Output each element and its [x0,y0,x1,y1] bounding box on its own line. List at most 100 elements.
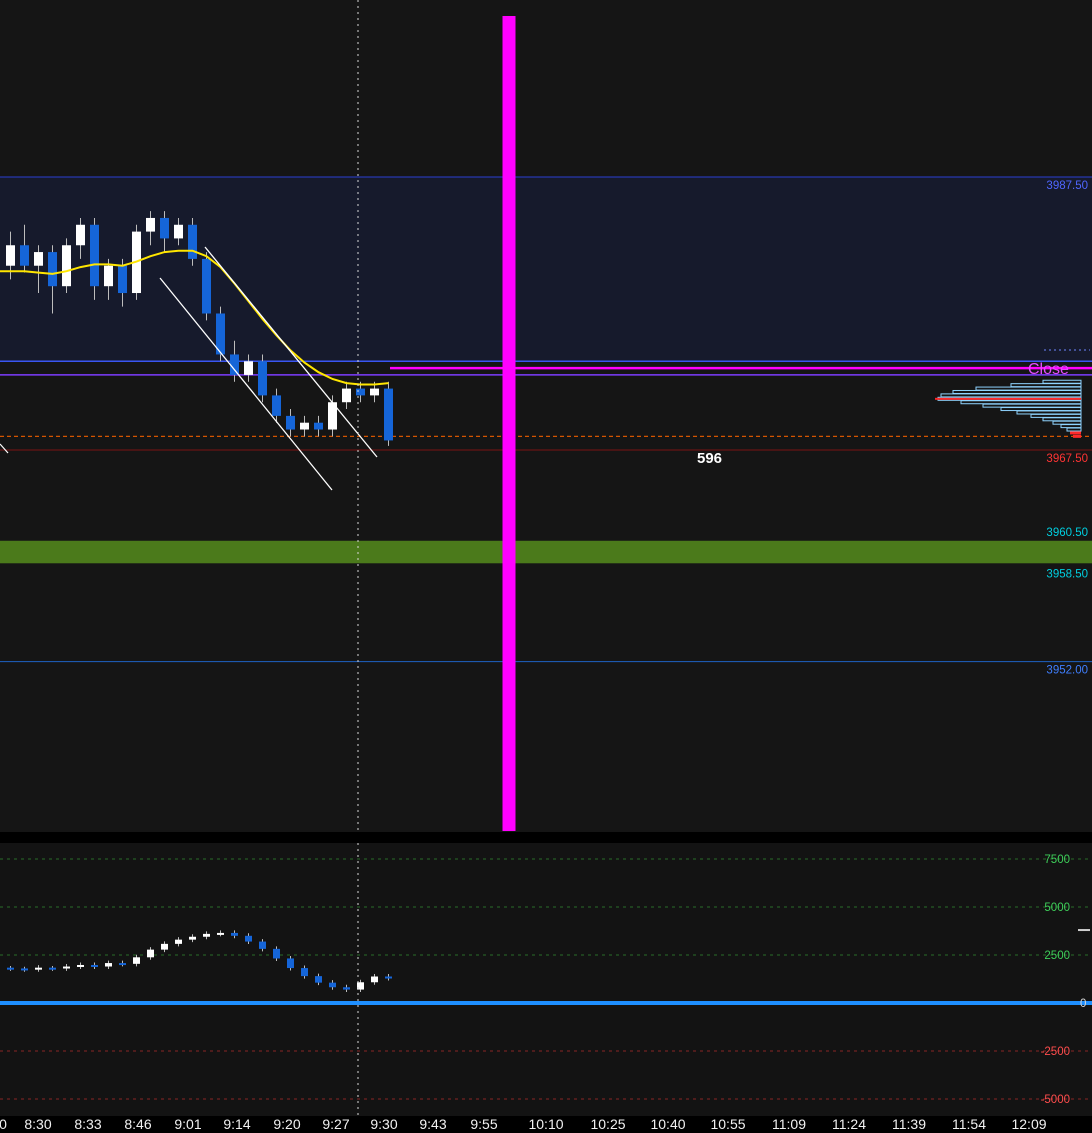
volume-count-label: 596 [697,450,722,467]
time-label: 9:55 [470,1116,498,1132]
candle-body [314,422,323,430]
candle-body [384,388,393,441]
volume-profile [935,379,1082,438]
time-axis[interactable]: 0 8:30 8:33 8:46 9:01 9:14 9:20 9:27 9:30 9:43 9:5… [0,1116,1092,1133]
band-lower-label: 3958.50 [1046,568,1088,580]
candle-body [259,941,266,949]
candle-body [147,949,154,958]
time-label: 11:39 [892,1116,926,1132]
candle-body [287,958,294,969]
candle-body [161,943,168,950]
candle-body [203,933,210,937]
delta-level-label: -2500 [1041,1046,1070,1058]
candle-body [91,964,98,967]
candle-body [230,354,239,375]
candle-body [188,224,197,259]
profile-bar [1060,424,1082,429]
candle-body [217,932,224,935]
profile-bar [1066,427,1082,432]
profile-bar [982,403,1082,408]
candle-body [62,245,71,287]
candle-body [20,245,29,266]
price-level-label: 3952.00 [1046,665,1088,677]
profile-bar [975,386,1082,391]
time-label: 9:01 [174,1116,202,1132]
delta-chart-canvas[interactable]: 7500 5000 2500 0 -2500 -5000 [0,843,1092,1116]
price-chart-canvas[interactable]: 3987.50 Close 3967.50 3952.00 3960.50 3958.50… [0,0,1092,832]
price-level-label: 3967.50 [1046,453,1088,465]
candle-body [63,966,70,969]
time-label: 10:55 [710,1116,746,1132]
delta-level-label: 7500 [1044,854,1070,866]
candle-body [34,252,43,266]
time-label: 9:43 [419,1116,447,1132]
candle-body [286,415,295,430]
left-edge-tick [0,443,9,454]
overnight-range-zone [0,177,1092,362]
time-label: 9:30 [370,1116,398,1132]
profile-poc-bar [935,397,1081,400]
time-label: 10:25 [590,1116,626,1132]
candle-body [189,936,196,940]
time-label: 8:46 [124,1116,152,1132]
delta-level-label: 2500 [1044,950,1070,962]
candle-body [245,935,252,942]
profile-bar-red [1073,434,1081,438]
profile-bar [1016,410,1082,415]
candle-body [258,361,267,396]
candle-body [49,967,56,970]
magenta-marker-line[interactable] [502,16,516,831]
profile-bar-red [1070,431,1081,435]
time-label: 10:10 [528,1116,564,1132]
candle-body [315,976,322,983]
candle-body [174,224,183,239]
time-label: 11:24 [832,1116,866,1132]
candle-body [343,987,350,990]
candle-body [272,395,281,416]
candle-body [356,388,365,396]
candle-body [90,224,99,287]
candle-body [146,217,155,232]
support-band-zone [0,540,1092,564]
delta-candles [7,930,392,993]
candle-body [342,388,351,403]
candle-body [244,361,253,375]
candle-body [371,976,378,983]
candle-body [300,422,309,430]
candle-body [6,245,15,266]
panel-separator[interactable] [0,832,1092,843]
price-level-label: 3987.50 [1046,180,1088,192]
profile-bar [1042,379,1082,384]
candle-body [119,963,126,966]
profile-bar [1000,407,1082,412]
delta-level-label: -5000 [1041,1094,1070,1106]
time-label: 10:40 [650,1116,686,1132]
delta-level-label: 5000 [1044,902,1070,914]
profile-bar [1052,420,1082,425]
candle-body [118,265,127,294]
candle-body [160,217,169,239]
candle-body [7,967,14,970]
candle-body [104,265,113,287]
candle-body [301,968,308,977]
candle-body [35,967,42,970]
time-label: 11:54 [952,1116,986,1132]
band-upper-label: 3960.50 [1046,527,1088,539]
time-label: 9:27 [322,1116,350,1132]
profile-bar [1030,413,1082,418]
candle-body [202,258,211,314]
candle-body [76,224,85,246]
time-label: 9:14 [223,1116,251,1132]
profile-bar [1010,383,1082,388]
candle-body [273,948,280,959]
delta-zero-label: 0 [1080,998,1086,1010]
candle-body [21,968,28,971]
time-label: 9:20 [273,1116,301,1132]
profile-bar [952,389,1082,394]
candle-body [77,964,84,967]
time-label: 12:09 [1011,1116,1047,1132]
time-label: 8:33 [74,1116,102,1132]
time-label: 0 [0,1116,7,1132]
candle-body [175,939,182,944]
candle-body [105,963,112,967]
